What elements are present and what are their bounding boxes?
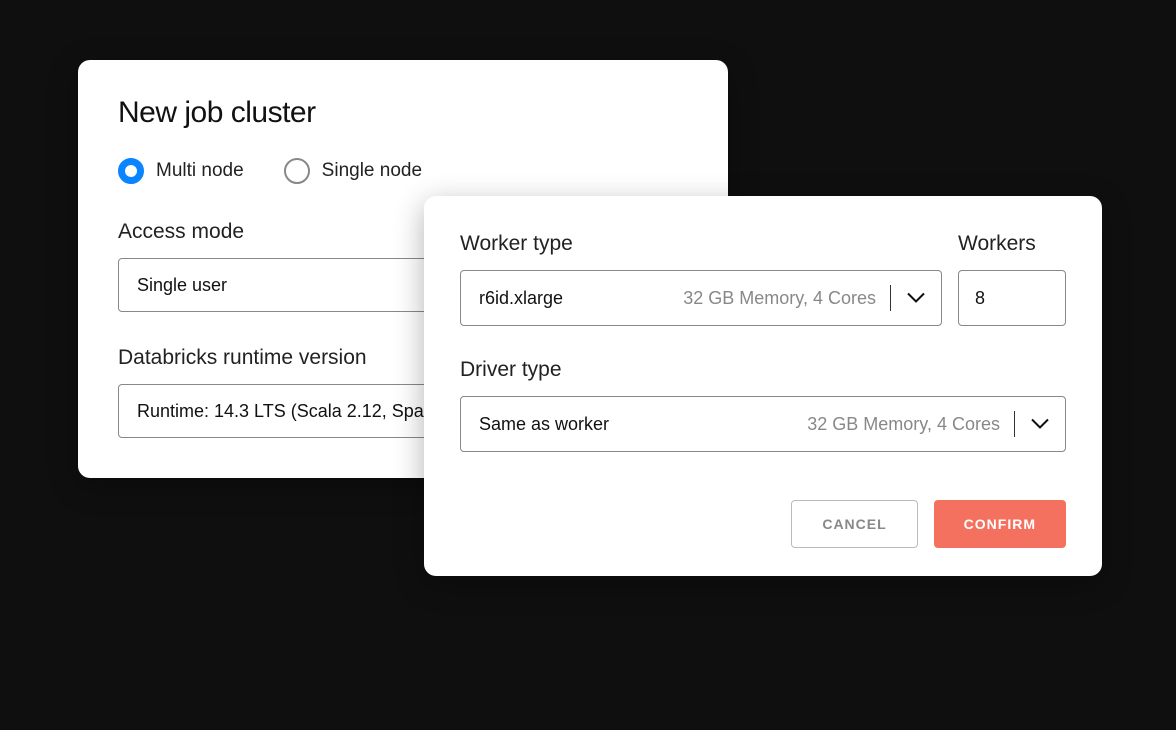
workers-label: Workers (958, 232, 1066, 256)
workers-field: Workers (958, 232, 1066, 326)
single-node-radio[interactable]: Single node (284, 158, 422, 184)
radio-selected-icon (118, 158, 144, 184)
driver-type-value: Same as worker (479, 414, 609, 435)
select-divider (1014, 411, 1015, 437)
driver-type-label: Driver type (460, 358, 1066, 382)
confirm-button[interactable]: CONFIRM (934, 500, 1066, 548)
driver-type-field: Driver type Same as worker 32 GB Memory,… (460, 358, 1066, 452)
worker-driver-card: Worker type r6id.xlarge 32 GB Memory, 4 … (424, 196, 1102, 576)
worker-type-field: Worker type r6id.xlarge 32 GB Memory, 4 … (460, 232, 942, 326)
multi-node-radio[interactable]: Multi node (118, 158, 244, 184)
worker-type-select[interactable]: r6id.xlarge 32 GB Memory, 4 Cores (460, 270, 942, 326)
radio-unselected-icon (284, 158, 310, 184)
dialog-buttons: CANCEL CONFIRM (460, 500, 1066, 548)
driver-type-detail: 32 GB Memory, 4 Cores (623, 414, 1000, 435)
worker-type-detail: 32 GB Memory, 4 Cores (577, 288, 876, 309)
driver-type-select[interactable]: Same as worker 32 GB Memory, 4 Cores (460, 396, 1066, 452)
single-node-label: Single node (322, 160, 422, 182)
chevron-down-icon (1029, 413, 1051, 435)
multi-node-label: Multi node (156, 160, 244, 182)
access-mode-value: Single user (137, 275, 227, 296)
card-title: New job cluster (118, 96, 688, 130)
worker-type-label: Worker type (460, 232, 942, 256)
chevron-down-icon (905, 287, 927, 309)
workers-input[interactable] (958, 270, 1066, 326)
cancel-button[interactable]: CANCEL (791, 500, 917, 548)
select-divider (890, 285, 891, 311)
worker-type-value: r6id.xlarge (479, 288, 563, 309)
node-mode-radio-group: Multi node Single node (118, 158, 688, 184)
